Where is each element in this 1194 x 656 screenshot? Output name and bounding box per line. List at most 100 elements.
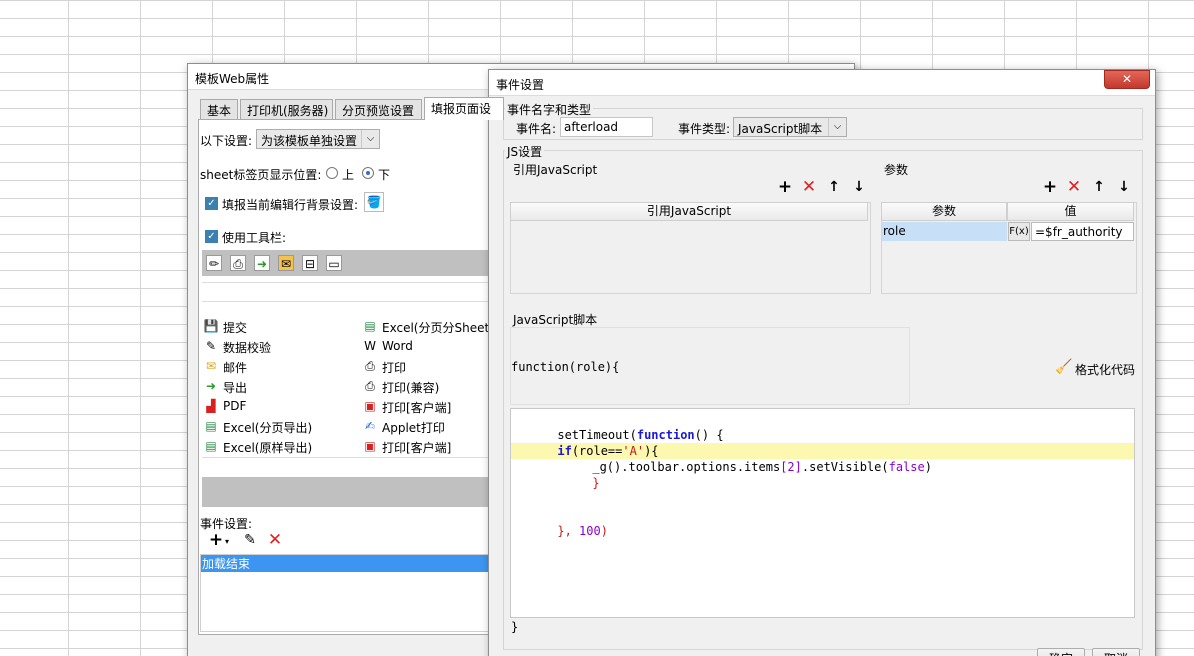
delete-icon[interactable]: ✕ <box>1065 178 1083 196</box>
edit-icon[interactable]: ✎ <box>241 531 259 549</box>
code-token: .setVisible( <box>801 460 889 474</box>
list-item-mail[interactable]: 邮件 <box>223 359 247 376</box>
name-type-group-title: 事件名字和类型 <box>505 101 594 118</box>
chevron-down-icon[interactable]: ▾ <box>225 537 229 546</box>
delete-icon[interactable]: ✕ <box>266 531 284 549</box>
toolbar-empty-row <box>202 282 494 302</box>
list-item-validate[interactable]: 数据校验 <box>223 339 271 356</box>
list-item-submit[interactable]: 提交 <box>223 319 247 336</box>
tab-printer-server[interactable]: 打印机(服务器) <box>240 99 333 119</box>
closing-brace: } <box>511 620 519 634</box>
printer-icon: ⎙ <box>365 359 375 373</box>
list-item-pdf[interactable]: PDF <box>223 399 246 413</box>
event-item-selected[interactable]: 加载结束 <box>201 555 495 572</box>
list-item-word[interactable]: Word <box>382 339 413 353</box>
pencil-icon[interactable]: ✏ <box>206 255 222 271</box>
client-print-icon: ▣ <box>364 399 376 413</box>
printer-icon[interactable]: ⎙ <box>230 255 246 271</box>
radio-bottom[interactable] <box>362 167 374 179</box>
code-token: } <box>592 476 600 490</box>
param-value-input[interactable]: =$fr_authority <box>1031 222 1134 241</box>
list-item-print-client-2[interactable]: 打印[客户端] <box>382 439 451 456</box>
tab-basic[interactable]: 基本 <box>200 99 238 119</box>
param-name-value: role <box>883 224 906 238</box>
gray-bar <box>202 477 494 507</box>
close-button[interactable]: ✕ <box>1104 70 1150 89</box>
list-item-print-compat[interactable]: 打印(兼容) <box>382 379 439 396</box>
event-dialog-titlebar: 事件设置 <box>489 70 1155 96</box>
toolbar-checkbox[interactable]: ✓ <box>205 230 218 243</box>
js-settings-group-title: JS设置 <box>505 143 545 160</box>
close-icon: ✕ <box>1121 72 1133 86</box>
event-name-label: 事件名: <box>516 122 557 136</box>
pdf-icon: ▟ <box>206 399 216 413</box>
ok-button[interactable]: 确定 <box>1037 648 1085 656</box>
code-token: ) <box>924 460 932 474</box>
code-token: () { <box>694 428 724 442</box>
window-icon[interactable]: ▭ <box>326 255 342 271</box>
add-icon[interactable]: + <box>207 531 225 549</box>
code-index: [2] <box>780 460 802 474</box>
paint-bucket-icon[interactable]: 🪣 <box>364 192 384 212</box>
delete-icon[interactable]: ✕ <box>800 178 818 196</box>
list-item-export[interactable]: 导出 <box>223 379 247 396</box>
excel-icon: ▤ <box>205 439 217 453</box>
split-icon[interactable]: ⊟ <box>302 255 318 271</box>
code-token: }, <box>557 524 580 538</box>
formula-button[interactable]: F(x) <box>1008 222 1030 241</box>
list-item-excel-paged[interactable]: Excel(分页导出) <box>223 419 312 436</box>
function-signature: function(role){ <box>511 360 620 374</box>
settings-select[interactable]: 为该模板单独设置 ⌵ <box>256 129 380 149</box>
applet-icon: ✍ <box>364 419 376 433</box>
mail-icon[interactable]: ✉ <box>278 255 294 271</box>
tab-page-preview[interactable]: 分页预览设置 <box>335 99 422 119</box>
cancel-button[interactable]: 取消 <box>1092 648 1140 656</box>
toolbar-label: 使用工具栏: <box>222 231 287 245</box>
arrow-up-icon[interactable]: ↑ <box>825 178 843 196</box>
ref-js-header-label: 引用JavaScript <box>646 204 732 218</box>
format-code-button[interactable]: 格式化代码 <box>1075 361 1135 378</box>
add-icon[interactable]: + <box>1041 178 1059 196</box>
ref-js-column-header: 引用JavaScript <box>510 202 868 221</box>
list-item-applet-print[interactable]: Applet打印 <box>382 419 445 436</box>
arrow-down-icon[interactable]: ↓ <box>1115 178 1133 196</box>
event-settings-dialog: 事件设置 ✕ 事件名字和类型 事件名: afterload 事件类型: Java… <box>488 69 1156 656</box>
list-item-print-client[interactable]: 打印[客户端] <box>382 399 451 416</box>
settings-label: 以下设置: <box>200 134 253 148</box>
excel-icon: ▤ <box>205 419 217 433</box>
radio-top[interactable] <box>326 167 338 179</box>
event-type-select[interactable]: JavaScript脚本 ⌵ <box>733 117 847 137</box>
param-name-header-label: 参数 <box>931 204 956 218</box>
code-keyword: false <box>888 460 925 474</box>
code-line-4: } <box>549 459 600 507</box>
param-value-header: 值 <box>1007 202 1134 221</box>
list-item-excel-original[interactable]: Excel(原样导出) <box>223 439 312 456</box>
arrow-down-icon[interactable]: ↓ <box>850 178 868 196</box>
export-icon: ➜ <box>205 379 217 393</box>
settings-select-value: 为该模板单独设置 <box>261 134 358 148</box>
tab-fill-page[interactable]: 填报页面设 <box>424 97 504 120</box>
mail-icon: ✉ <box>205 359 217 373</box>
code-editor[interactable]: setTimeout(function() { if(role=='A'){ _… <box>510 408 1135 618</box>
param-value-text: =$fr_authority <box>1035 225 1123 239</box>
code-number: 100 <box>579 524 601 538</box>
param-value-header-label: 值 <box>1064 204 1077 218</box>
code-token: _g().toolbar.options.items <box>592 460 781 474</box>
cancel-button-label: 取消 <box>1104 652 1128 656</box>
add-icon[interactable]: + <box>776 178 794 196</box>
list-divider <box>202 457 494 477</box>
event-settings-label: 事件设置: <box>200 517 253 531</box>
ok-button-label: 确定 <box>1049 652 1073 656</box>
brush-icon[interactable]: 🧹 <box>1055 359 1072 375</box>
export-icon[interactable]: ➜ <box>254 255 270 271</box>
arrow-up-icon[interactable]: ↑ <box>1090 178 1108 196</box>
list-item-excel-sheet[interactable]: Excel(分页分Sheet导 <box>382 319 492 336</box>
event-name-input[interactable]: afterload <box>560 117 653 137</box>
formula-icon: F(x) <box>1009 226 1029 237</box>
event-type-label: 事件类型: <box>678 122 731 136</box>
param-name-cell[interactable]: role <box>882 222 1007 241</box>
list-item-print[interactable]: 打印 <box>382 359 406 376</box>
template-window-title: 模板Web属性 <box>195 72 270 86</box>
bg-checkbox[interactable]: ✓ <box>205 197 218 210</box>
sheet-position-label: sheet标签页显示位置: <box>200 168 322 182</box>
